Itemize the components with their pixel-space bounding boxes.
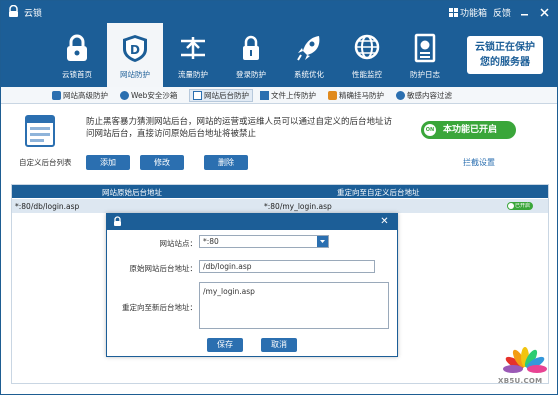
protection-status-badge: 云锁正在保护 您的服务器 <box>467 36 543 74</box>
bug-icon <box>328 91 337 100</box>
window-icon <box>193 91 202 100</box>
status-label: 已开启 <box>515 203 531 209</box>
nav-label: 防护日志 <box>410 70 440 79</box>
promo-line-2: 您的服务器 <box>480 57 530 68</box>
site-label: 网站站点： <box>159 239 198 248</box>
original-address-input[interactable]: /db/login.asp <box>199 260 375 273</box>
nav-label: 网站防护 <box>120 70 150 79</box>
shield-icon <box>52 91 61 100</box>
feedback-label: 反馈 <box>492 8 511 19</box>
nav-label: 系统优化 <box>294 70 324 79</box>
site-select[interactable]: *:80 <box>199 235 329 248</box>
minimize-icon <box>520 13 528 15</box>
toolbox-button[interactable]: 功能箱 <box>448 6 487 19</box>
sub-tabs: 网站高级防护 Web安全沙箱 网站后台防护 文件上传防护 精确挂马防护 敏感内容… <box>1 87 557 104</box>
nav-label: 云锁首页 <box>62 70 92 79</box>
redirect-address-label: 重定向至新后台地址： <box>122 303 197 312</box>
chevron-down-icon <box>317 236 328 247</box>
feedback-button[interactable]: 反馈 <box>493 6 511 19</box>
traffic-icon <box>181 37 205 59</box>
dialog-close-button[interactable]: ✕ <box>378 215 391 228</box>
nav-item-traffic-protection[interactable]: 流量防护 <box>165 23 221 87</box>
icon-caption: 自定义后台列表 <box>19 158 72 167</box>
add-button[interactable]: 添加 <box>86 155 130 170</box>
close-window-button[interactable] <box>537 5 551 19</box>
minimize-button[interactable] <box>517 5 531 19</box>
nav-label: 流量防护 <box>178 70 208 79</box>
column-original-address: 网站原始后台地址 <box>102 188 162 197</box>
delete-button[interactable]: 删除 <box>204 155 248 170</box>
nav-item-website-protection[interactable]: D 网站防护 <box>107 23 163 87</box>
toggle-knob: ON <box>424 124 436 136</box>
svg-text:D: D <box>130 43 140 57</box>
backend-list-icon <box>25 115 55 147</box>
save-button[interactable]: 保存 <box>207 338 243 352</box>
watermark-text: XB5U.COM <box>498 377 543 385</box>
nav-item-home[interactable]: 云锁首页 <box>49 23 105 87</box>
table-header: 网站原始后台地址 重定向至自定义后台地址 <box>12 185 548 198</box>
promo-line-1: 云锁正在保护 <box>475 42 535 53</box>
main-nav: 云锁首页 D 网站防护 流量防护 登录防护 系统优化 性能监控 防护日志 云锁正… <box>1 23 557 87</box>
tab-content-filter[interactable]: 敏感内容过滤 <box>393 89 455 102</box>
feature-description: 防止黑客暴力猜测网站后台，网站的运营或运维人员可以通过自定义的后台地址访问网站后… <box>86 117 393 139</box>
shield-d-icon: D <box>123 35 147 62</box>
original-address-cell: *:80/db/login.asp <box>15 202 80 211</box>
file-upload-icon <box>260 91 269 100</box>
toolbox-label: 功能箱 <box>459 8 487 19</box>
tab-advanced-protection[interactable]: 网站高级防护 <box>49 89 111 102</box>
tab-label: Web安全沙箱 <box>131 91 178 100</box>
status-knob <box>508 203 514 209</box>
tab-trojan-protection[interactable]: 精确挂马防护 <box>325 89 387 102</box>
app-logo-icon <box>114 216 121 226</box>
tab-backend-protection[interactable]: 网站后台防护 <box>189 89 253 102</box>
intercept-settings-link[interactable]: 拦截设置 <box>463 157 495 168</box>
tab-upload-protection[interactable]: 文件上传防护 <box>257 89 319 102</box>
app-title: 云锁 <box>24 9 43 19</box>
table-row[interactable]: *:80/db/login.asp *:80/my_login.asp 已开启 <box>12 199 548 213</box>
redirect-address-cell: *:80/my_login.asp <box>264 202 332 211</box>
rocket-icon <box>297 36 320 61</box>
title-bar: 云锁 功能箱 反馈 <box>1 1 557 23</box>
padlock-cloud-icon <box>67 34 87 61</box>
cancel-button[interactable]: 取消 <box>261 338 297 352</box>
tab-label: 敏感内容过滤 <box>407 91 452 100</box>
nav-item-login-protection[interactable]: 登录防护 <box>223 23 279 87</box>
tab-label: 网站后台防护 <box>204 91 249 100</box>
tab-web-sandbox[interactable]: Web安全沙箱 <box>117 89 180 102</box>
redirect-address-textarea[interactable]: /my_login.asp <box>199 282 389 329</box>
grid-icon <box>448 7 458 17</box>
original-address-label: 原始网站后台地址： <box>129 264 198 273</box>
nav-label: 性能监控 <box>352 70 382 79</box>
lock-icon <box>243 35 259 60</box>
nav-item-performance-monitor[interactable]: 性能监控 <box>339 23 395 87</box>
app-window: 云锁 功能箱 反馈 云锁首页 D 网站防护 流量防护 登录防护 系统优化 性能监… <box>0 0 558 395</box>
feature-info-panel: 自定义后台列表 防止黑客暴力猜测网站后台，网站的运营或运维人员可以通过自定义的后… <box>1 105 557 179</box>
monitor-globe-icon <box>354 34 380 60</box>
nav-label: 登录防护 <box>236 70 266 79</box>
edit-button[interactable]: 修改 <box>140 155 184 170</box>
close-icon <box>539 7 549 17</box>
title-bar-controls: 功能箱 反馈 <box>448 4 551 20</box>
nav-item-protection-log[interactable]: 防护日志 <box>397 23 453 87</box>
toggle-label: 本功能已开启 <box>443 125 498 135</box>
column-redirect-address: 重定向至自定义后台地址 <box>337 188 420 197</box>
nav-item-system-optimize[interactable]: 系统优化 <box>281 23 337 87</box>
globe-icon <box>120 91 129 100</box>
tab-label: 精确挂马防护 <box>339 91 384 100</box>
tab-label: 文件上传防护 <box>271 91 316 100</box>
dialog-title-bar: ✕ <box>107 214 397 230</box>
feature-toggle[interactable]: ON 本功能已开启 <box>421 121 516 139</box>
site-select-value: *:80 <box>203 237 219 246</box>
filter-icon <box>396 91 405 100</box>
app-logo-icon <box>9 5 18 17</box>
status-badge[interactable]: 已开启 <box>507 202 533 210</box>
tab-label: 网站高级防护 <box>63 91 108 100</box>
log-document-icon <box>414 33 436 63</box>
edit-dialog: ✕ 网站站点： *:80 原始网站后台地址： /db/login.asp 重定向… <box>106 213 398 357</box>
